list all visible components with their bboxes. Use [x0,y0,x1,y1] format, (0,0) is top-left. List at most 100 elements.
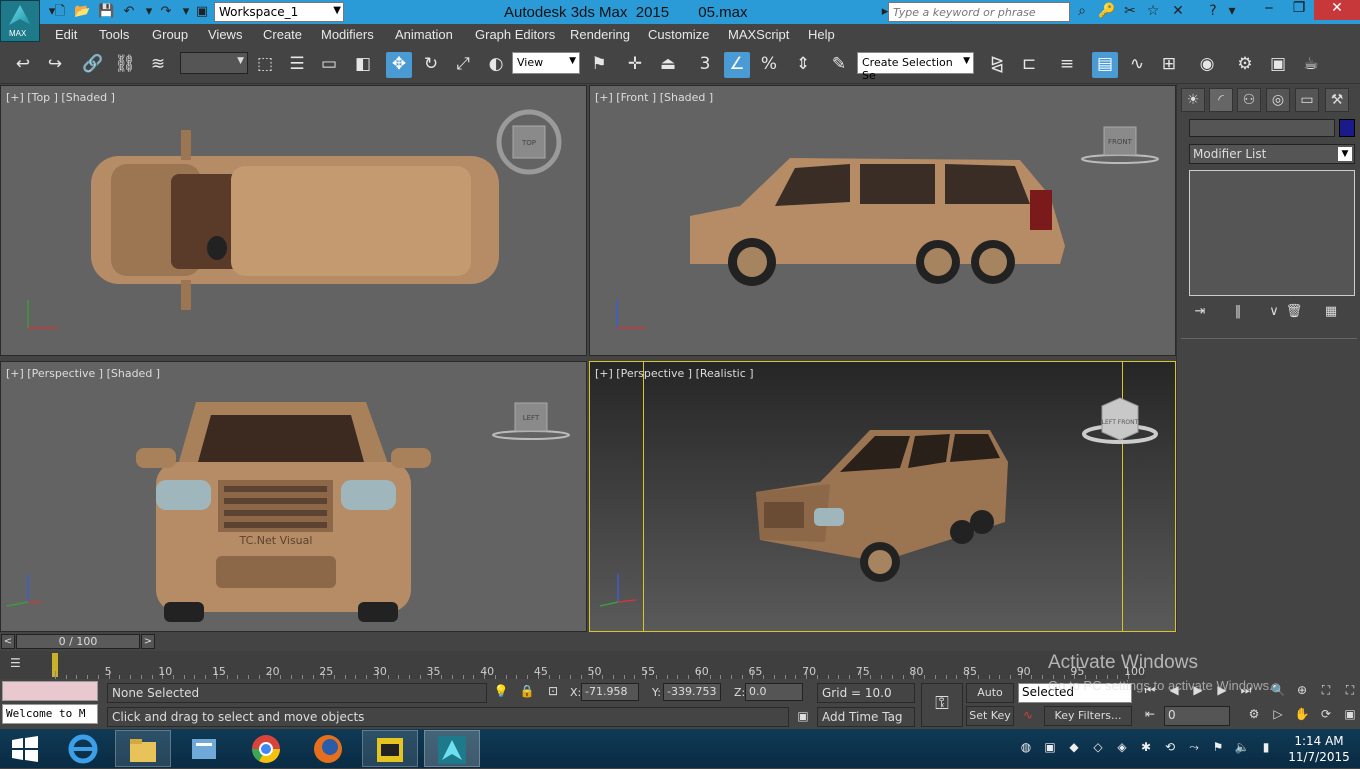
viewport-front[interactable]: [+] [Front ] [Shaded ] FRONT [589,85,1176,356]
rectangular-selection-icon[interactable]: ▭ [316,52,342,78]
modifier-stack[interactable] [1189,170,1355,296]
selection-lock-icon[interactable]: 🔒 [519,684,535,700]
viewport-persp2-label[interactable]: [+] [Perspective ] [Realistic ] [595,367,754,380]
key-mode-toggle-icon[interactable]: ⇤ [1140,707,1160,723]
viewcube-left[interactable]: LEFT [491,397,571,447]
percent-snap-icon[interactable]: % [756,52,782,78]
set-key-mode-icon[interactable]: ⚿ [921,683,963,727]
window-crossing-icon[interactable]: ◧ [350,52,376,78]
zoom-all-icon[interactable]: ⊕ [1292,683,1312,699]
show-end-result-icon[interactable]: ‖ [1227,304,1249,322]
tray-sync-icon[interactable]: ⟲ [1162,740,1178,756]
selection-filter-dropdown[interactable]: ▼ [180,52,248,74]
car-model-realistic[interactable] [750,422,1015,587]
car-model-top[interactable] [81,126,511,316]
hierarchy-tab-icon[interactable]: ⚇ [1237,88,1261,112]
network-globe-icon[interactable]: ◍ [1018,740,1034,756]
viewcube-front[interactable]: FRONT [1080,121,1160,171]
select-object-icon[interactable]: ⬚ [252,52,278,78]
firefox-icon[interactable] [300,730,356,767]
utilities-tab-icon[interactable]: ⚒ [1325,88,1349,112]
modify-tab-icon[interactable]: ◜ [1209,88,1233,112]
close-button[interactable]: ✕ [1314,0,1360,20]
prev-frame-button[interactable]: < [1,634,15,649]
menu-tools[interactable]: Tools [99,27,129,42]
viewport-perspective-shaded[interactable]: [+] [Perspective ] [Shaded ] LEFT TC.Net… [0,361,587,632]
reference-coordinate-dropdown[interactable]: View ▼ [512,52,580,74]
timeline-track[interactable]: ☰ 5 10 15 20 25 30 35 40 45 50 55 60 65 70 75 80 85 90 95 1… [0,651,1145,679]
menu-help[interactable]: Help [808,27,835,42]
tray-shield-icon[interactable]: ◈ [1114,740,1130,756]
select-and-rotate-icon[interactable]: ↻ [418,52,444,78]
time-slider-thumb[interactable]: 0 / 100 [16,634,140,649]
default-in-out-tangent-icon[interactable]: ∿ [1020,708,1036,724]
rendered-frame-window-icon[interactable]: ▣ [1265,52,1291,78]
maximize-button[interactable]: ❐ [1284,0,1314,20]
render-setup-icon[interactable]: ⚙ [1232,52,1258,78]
zoom-extents-all-icon[interactable]: ⛶ [1340,683,1360,699]
field-of-view-icon[interactable]: ▷ [1268,707,1288,723]
binoculars-icon[interactable]: ⌕ [1072,3,1092,21]
select-and-link-icon[interactable]: 🔗 [80,52,106,78]
menu-maxscript[interactable]: MAXScript [728,27,789,42]
save-file-icon[interactable]: 💾 [98,4,114,20]
align-icon[interactable]: ⊏ [1016,52,1042,78]
menu-group[interactable]: Group [152,27,188,42]
redo-dropdown-icon[interactable]: ▾ [178,4,194,20]
menu-customize[interactable]: Customize [648,27,709,42]
absolute-relative-icon[interactable]: ⊡ [545,684,561,700]
configure-modifier-sets-icon[interactable]: ▦ [1320,304,1342,322]
mirror-icon[interactable]: ⧎ [984,52,1010,78]
object-name-field[interactable] [1189,119,1335,137]
viewport-perspective-realistic[interactable]: [+] [Perspective ] [Realistic ] LEFT FRO… [589,361,1176,632]
help-dropdown-icon[interactable]: ▾ [1222,3,1242,21]
time-tag-icon[interactable]: ▣ [795,709,811,725]
menu-rendering[interactable]: Rendering [570,27,630,42]
select-by-name-icon[interactable]: ☰ [284,52,310,78]
network-bars-icon[interactable]: ▮ [1258,740,1274,756]
menu-edit[interactable]: Edit [55,27,77,42]
curve-editor-icon[interactable]: ∿ [1124,52,1150,78]
action-center-icon[interactable]: ⚑ [1210,740,1226,756]
menu-animation[interactable]: Animation [395,27,453,42]
communication-icon[interactable]: ✂ [1120,3,1140,21]
bind-to-space-warp-icon[interactable]: ≋ [145,52,171,78]
motion-tab-icon[interactable]: ◎ [1266,88,1290,112]
spinner-snap-icon[interactable]: ⇕ [790,52,816,78]
start-button[interactable] [0,730,50,767]
tray-app-icon[interactable]: ▣ [1042,740,1058,756]
render-production-icon[interactable]: ☕ [1298,52,1324,78]
current-frame-field[interactable]: 0 [1164,706,1230,726]
place-icon[interactable]: ◐ [483,52,509,78]
favorites-icon[interactable]: ☆ [1143,3,1163,21]
car-model-front[interactable] [680,146,1080,296]
object-color-swatch[interactable] [1339,119,1355,137]
app-menu-button[interactable]: MAX [0,0,40,42]
time-configuration-icon[interactable]: ⚙ [1244,707,1264,723]
project-folder-icon[interactable]: ▣ [194,4,210,20]
viewport-top[interactable]: [+] [Top ] [Shaded ] TOP [0,85,587,356]
new-scene-icon[interactable]: 🗋 [52,4,68,20]
auto-key-button[interactable]: Auto Key [966,683,1014,717]
schematic-view-icon[interactable]: ⊞ [1156,52,1182,78]
pan-view-icon[interactable]: ✋ [1292,707,1312,723]
keyboard-shortcut-override-icon[interactable]: ⏏ [655,52,681,78]
viewcube-perspective[interactable]: LEFT FRONT [1082,396,1158,448]
subscription-icon[interactable]: 🔑 [1097,3,1117,21]
internet-explorer-icon[interactable] [55,730,111,767]
menu-views[interactable]: Views [208,27,242,42]
display-tab-icon[interactable]: ▭ [1295,88,1319,112]
modifier-list-dropdown[interactable]: Modifier List ▼ [1189,144,1355,164]
minimize-button[interactable]: ‒ [1254,0,1284,20]
menu-graph-editors[interactable]: Graph Editors [475,27,555,42]
chrome-icon[interactable] [238,730,294,767]
select-and-scale-icon[interactable]: ⤢ [450,52,476,78]
add-time-tag-button[interactable]: Add Time Tag [817,707,915,727]
viewport-top-label[interactable]: [+] [Top ] [Shaded ] [6,91,115,104]
notes-app-icon[interactable] [176,730,232,767]
isolate-selection-icon[interactable]: 💡 [493,684,509,700]
snaps-toggle-icon[interactable]: 3 [692,52,718,78]
open-file-icon[interactable]: 📂 [74,4,90,20]
pin-stack-icon[interactable]: ⇥ [1189,304,1211,322]
undo-dropdown-icon[interactable]: ▾ [141,4,157,20]
